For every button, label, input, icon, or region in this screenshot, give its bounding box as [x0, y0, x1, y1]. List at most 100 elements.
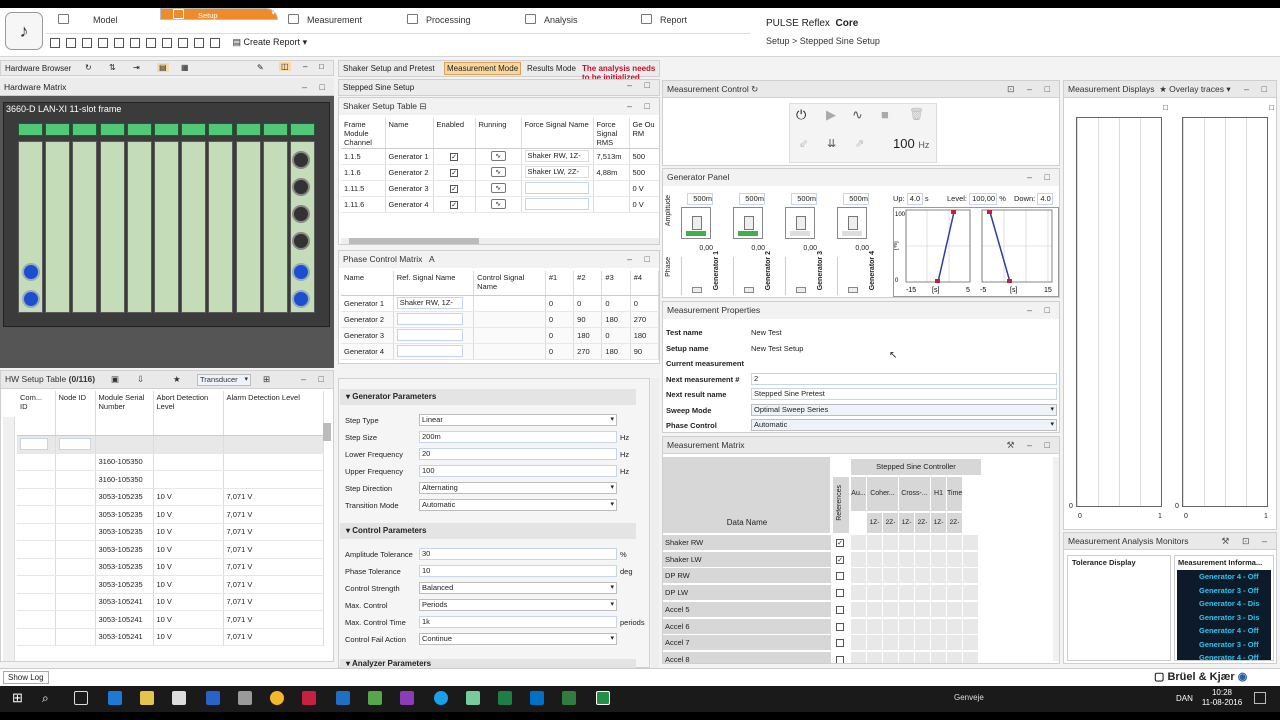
transducer-filter-select[interactable]: Transducer: [197, 374, 251, 386]
module-led[interactable]: [126, 123, 152, 136]
column-header[interactable]: Frame Module Channel: [341, 118, 386, 149]
matrix-cell[interactable]: [931, 585, 946, 602]
ref-signal-field[interactable]: [396, 313, 463, 325]
reference-checkbox[interactable]: [836, 639, 844, 648]
generator-value[interactable]: 0,00: [739, 245, 765, 252]
save-icon[interactable]: ▣: [111, 371, 119, 388]
matrix-cell[interactable]: [851, 651, 866, 663]
param-input[interactable]: 100: [419, 465, 617, 477]
table-row[interactable]: 1.11.6 Generator 4 ✓ ∿ 0 V: [341, 196, 659, 213]
matrix-cell[interactable]: [931, 651, 946, 663]
matrix-subsub-header[interactable]: 1Z-: [931, 513, 946, 533]
amplitude-slider[interactable]: [837, 207, 867, 239]
force-signal-field[interactable]: [524, 182, 589, 194]
matrix-cell[interactable]: [931, 601, 946, 618]
control-signal-cell[interactable]: [473, 311, 546, 328]
matrix-row-name[interactable]: Accel 8: [663, 651, 831, 663]
property-value[interactable]: 2: [751, 372, 1057, 385]
panel-buttons[interactable]: – □: [301, 371, 329, 388]
ramp-up-start-point[interactable]: [935, 279, 940, 283]
matrix-cell[interactable]: [883, 635, 898, 652]
matrix-cell[interactable]: [883, 601, 898, 618]
column-header[interactable]: Com... ID: [17, 391, 56, 436]
horizontal-scrollbar[interactable]: [341, 238, 659, 244]
matrix-cell[interactable]: [899, 551, 914, 568]
matrix-cell[interactable]: [931, 535, 946, 551]
store-icon[interactable]: [172, 691, 186, 705]
reset-icon[interactable]: ↻: [751, 84, 758, 94]
matrix-subcolumn-header[interactable]: Au...: [851, 477, 866, 511]
results-mode-tab[interactable]: Results Mode: [527, 64, 576, 73]
phase-slider[interactable]: [837, 257, 867, 295]
matrix-cell[interactable]: [963, 651, 978, 663]
tolerance-display[interactable]: Tolerance Display: [1067, 555, 1171, 661]
filter-cell[interactable]: [17, 435, 56, 454]
matrix-cell[interactable]: [915, 535, 930, 551]
task-view-icon[interactable]: [74, 691, 88, 705]
generator-value[interactable]: 0,00: [687, 245, 713, 252]
step-down-button[interactable]: ⇙: [799, 137, 808, 150]
matrix-row-name[interactable]: Shaker LW: [663, 551, 831, 568]
table-row[interactable]: 3053-105235 10 V 7,071 V: [17, 575, 324, 594]
matrix-cell[interactable]: [883, 618, 898, 635]
table-row[interactable]: 3160-105350: [17, 453, 324, 471]
module-slot[interactable]: [126, 141, 152, 313]
hold-button[interactable]: ⇊: [827, 137, 836, 150]
matrix-cell[interactable]: [947, 585, 962, 602]
phase-value-cell[interactable]: 90: [573, 311, 603, 328]
matrix-subsub-header[interactable]: 1Z-: [867, 513, 882, 533]
matrix-cell[interactable]: [947, 651, 962, 663]
column-header[interactable]: Node ID: [55, 391, 96, 436]
tab-model[interactable]: Model: [54, 8, 154, 33]
play-button[interactable]: ▶: [826, 107, 836, 123]
module-led[interactable]: [18, 123, 43, 136]
matrix-cell[interactable]: [899, 601, 914, 618]
table-row[interactable]: 3053-105235 10 V 7,071 V: [17, 505, 324, 524]
matrix-cell[interactable]: [947, 635, 962, 652]
param-input[interactable]: 10: [419, 565, 617, 577]
matrix-cell[interactable]: [883, 535, 898, 551]
matrix-cell[interactable]: [915, 551, 930, 568]
matrix-subsub-header[interactable]: 2Z-: [947, 513, 962, 533]
matrix-cell[interactable]: [851, 551, 866, 568]
reference-checkbox[interactable]: ✓: [836, 539, 844, 547]
phase-value-cell[interactable]: 0: [545, 295, 575, 312]
matrix-cell[interactable]: [915, 651, 930, 663]
column-header[interactable]: Name: [341, 271, 394, 296]
matrix-cell[interactable]: [883, 651, 898, 663]
tree-icon[interactable]: ⇅: [109, 63, 116, 72]
column-header[interactable]: Control Signal Name: [473, 271, 546, 296]
matrix-cell[interactable]: [867, 601, 882, 618]
overlay-traces-toggle[interactable]: ★ Overlay traces ▾: [1159, 84, 1230, 94]
phase-value-cell[interactable]: 180: [601, 343, 631, 360]
enabled-checkbox[interactable]: ✓: [450, 152, 458, 161]
connector-icon[interactable]: [292, 263, 310, 281]
reference-checkbox[interactable]: ✓: [836, 555, 844, 564]
data-name-header[interactable]: Data Name: [663, 457, 831, 533]
stop-button[interactable]: ■: [881, 107, 889, 122]
sine-signal-icon[interactable]: ∿: [490, 183, 506, 193]
step-up-button[interactable]: ⇗: [855, 137, 864, 150]
module-led[interactable]: [181, 123, 207, 136]
phase-value-cell[interactable]: 0: [630, 295, 659, 312]
phase-value-cell[interactable]: 90: [630, 343, 659, 360]
module-led[interactable]: [99, 123, 125, 136]
phase-slider[interactable]: [681, 257, 711, 295]
panel-buttons[interactable]: – □: [627, 251, 655, 268]
sine-wave-button[interactable]: ∿: [852, 107, 863, 123]
column-header[interactable]: Ge Ou RM: [629, 118, 659, 149]
table-row[interactable]: 1.11.5 Generator 3 ✓ ∿ 0 V: [341, 180, 659, 197]
phase-slider[interactable]: [785, 257, 815, 295]
matrix-cell[interactable]: [963, 601, 978, 618]
matrix-cell[interactable]: [963, 568, 978, 585]
table-row[interactable]: 1.1.5 Generator 1 ✓ ∿ Shaker RW, 1Z- 7,513m 50…: [341, 148, 659, 165]
matrix-cell[interactable]: [899, 585, 914, 602]
skype-icon[interactable]: [434, 691, 448, 705]
module-slot[interactable]: [181, 141, 207, 313]
create-report-button[interactable]: ▤ Create Report ▾: [233, 37, 308, 47]
matrix-row-name[interactable]: Shaker RW: [663, 535, 831, 551]
layout-icon[interactable]: ◫: [279, 62, 291, 71]
table-row[interactable]: Generator 3 0 180 0 180: [341, 327, 659, 344]
ramp-down-start-point[interactable]: [987, 210, 992, 214]
matrix-cell[interactable]: [867, 535, 882, 551]
